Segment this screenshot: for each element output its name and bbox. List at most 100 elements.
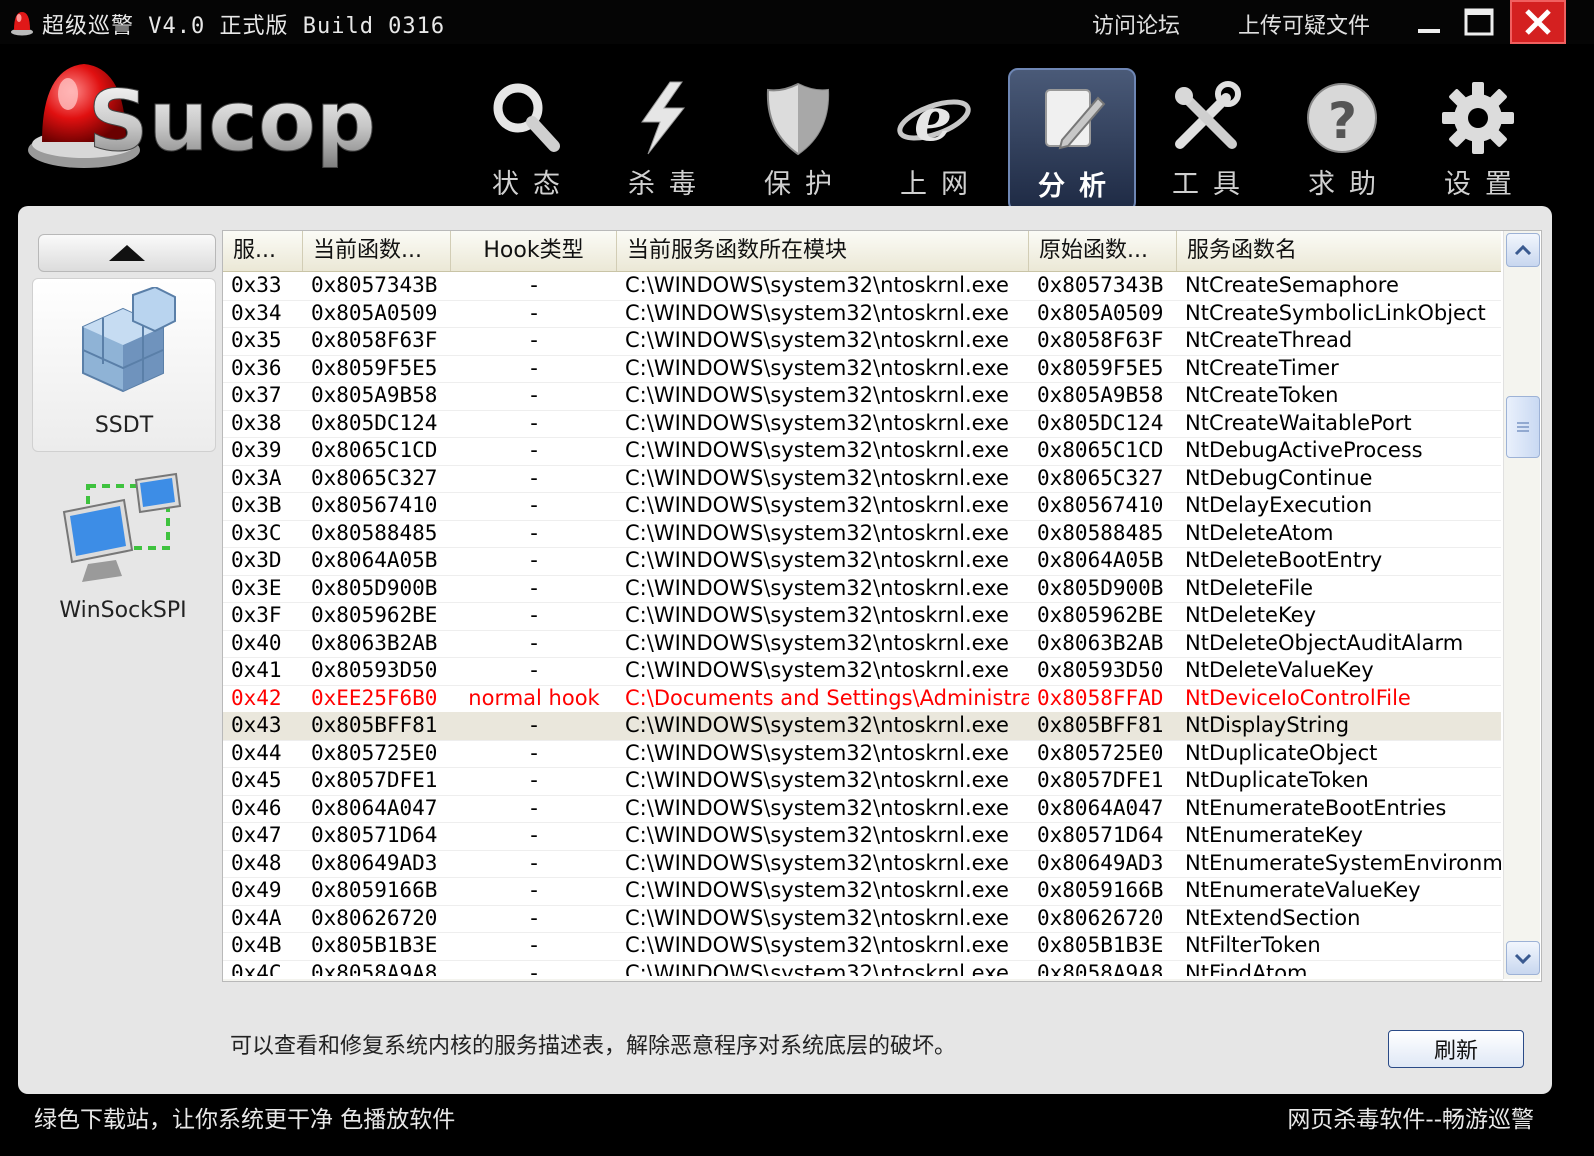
horizontal-scrollbar[interactable] <box>223 979 1503 982</box>
scroll-right-button[interactable] <box>1459 981 1493 982</box>
table-row[interactable]: 0x3C 0x80588485 - C:\WINDOWS\system32\ntosk… <box>223 520 1501 548</box>
cell-index: 0x3C <box>231 520 282 545</box>
cell-index: 0x36 <box>231 355 282 380</box>
tools-icon <box>1175 81 1241 149</box>
minimize-button[interactable] <box>1404 0 1454 44</box>
table-row[interactable]: 0x3E 0x805D900B - C:\WINDOWS\system32\ntosk… <box>223 575 1501 603</box>
cell-current-address: 0xEE25F6B0 <box>311 685 438 710</box>
refresh-button[interactable]: 刷新 <box>1388 1030 1524 1068</box>
table-row[interactable]: 0x3A 0x8065C327 - C:\WINDOWS\system32\ntosk… <box>223 465 1501 493</box>
sidebar-scroll-up-button[interactable] <box>38 234 216 272</box>
table-row[interactable]: 0x45 0x8057DFE1 - C:\WINDOWS\system32\ntosk… <box>223 767 1501 796</box>
cell-index: 0x46 <box>231 795 282 820</box>
upload-suspicious-file-link[interactable]: 上传可疑文件 <box>1238 8 1370 40</box>
header: Sucop 状态 杀毒 保护 e 上网 分析 工具 ? 求助 设置 <box>0 44 1594 234</box>
cell-index: 0x43 <box>231 713 282 737</box>
cell-current-address: 0x8057343B <box>311 273 438 297</box>
cell-function-name: NtDeviceIoControlFile <box>1185 685 1411 710</box>
cell-module: C:\WINDOWS\system32\ntoskrnl.exe <box>625 493 1009 517</box>
sidebar-item-winsockspi[interactable]: WinSockSPI <box>32 468 214 640</box>
cell-module: C:\Documents and Settings\Administra... <box>625 685 1029 710</box>
nav-help[interactable]: ? 求助 <box>1280 68 1404 208</box>
cell-function-name: NtDeleteBootEntry <box>1185 548 1383 572</box>
table-row-hooked[interactable]: 0x42 0xEE25F6B0 normal hook C:\Documents an… <box>223 685 1501 713</box>
nav-internet[interactable]: e 上网 <box>872 68 996 208</box>
cell-function-name: NtDeleteAtom <box>1185 520 1334 545</box>
cell-module: C:\WINDOWS\system32\ntoskrnl.exe <box>625 520 1009 545</box>
triangle-up-icon <box>109 245 145 261</box>
cell-hook-type: normal hook <box>468 685 600 710</box>
cell-current-address: 0x80588485 <box>311 520 438 545</box>
table-row[interactable]: 0x38 0x805DC124 - C:\WINDOWS\system32\ntosk… <box>223 410 1501 438</box>
column-header-current-address[interactable]: 当前函数... <box>303 231 451 271</box>
nav-antivirus[interactable]: 杀毒 <box>600 68 724 208</box>
vertical-scroll-thumb[interactable] <box>1506 396 1540 458</box>
cell-original-address: 0x80567410 <box>1037 493 1164 517</box>
column-header-index[interactable]: 服... <box>223 231 303 271</box>
nav-protect[interactable]: 保护 <box>736 68 860 208</box>
table-row[interactable]: 0x46 0x8064A047 - C:\WINDOWS\system32\ntosk… <box>223 795 1501 823</box>
table-row[interactable]: 0x4B 0x805B1B3E - C:\WINDOWS\system32\ntosk… <box>223 932 1501 961</box>
table-row[interactable]: 0x3D 0x8064A05B - C:\WINDOWS\system32\ntosk… <box>223 547 1501 576</box>
column-header-original-address[interactable]: 原始函数... <box>1029 231 1177 271</box>
cell-module: C:\WINDOWS\system32\ntoskrnl.exe <box>625 548 1009 572</box>
feature-description: 可以查看和修复系统内核的服务描述表，解除恶意程序对系统底层的破坏。 <box>230 1034 957 1059</box>
cell-hook-type: - <box>530 383 538 407</box>
visit-forum-link[interactable]: 访问论坛 <box>1092 8 1180 40</box>
table-row[interactable]: 0x34 0x805A0509 - C:\WINDOWS\system32\ntosk… <box>223 300 1501 328</box>
column-header-hook-type[interactable]: Hook类型 <box>451 231 617 271</box>
vertical-scrollbar[interactable] <box>1503 231 1540 979</box>
cell-current-address: 0x8059166B <box>311 878 438 902</box>
cell-original-address: 0x805D900B <box>1037 575 1164 600</box>
table-row[interactable]: 0x39 0x8065C1CD - C:\WINDOWS\system32\ntosk… <box>223 437 1501 466</box>
cell-current-address: 0x8064A047 <box>311 795 438 820</box>
table-row[interactable]: 0x37 0x805A9B58 - C:\WINDOWS\system32\ntosk… <box>223 382 1501 411</box>
table-row[interactable]: 0x43 0x805BFF81 - C:\WINDOWS\system32\ntosk… <box>223 712 1501 741</box>
table-row[interactable]: 0x48 0x80649AD3 - C:\WINDOWS\system32\ntosk… <box>223 850 1501 878</box>
network-computers-icon <box>62 472 182 582</box>
gear-icon <box>1442 82 1514 154</box>
table-row[interactable]: 0x44 0x805725E0 - C:\WINDOWS\system32\ntosk… <box>223 740 1501 768</box>
nav-status[interactable]: 状态 <box>464 68 588 208</box>
maximize-button[interactable] <box>1454 0 1504 44</box>
table-row[interactable]: 0x40 0x8063B2AB - C:\WINDOWS\system32\ntosk… <box>223 630 1501 658</box>
table-row[interactable]: 0x35 0x8058F63F - C:\WINDOWS\system32\ntosk… <box>223 327 1501 356</box>
nav-tools[interactable]: 工具 <box>1144 68 1268 208</box>
cell-module: C:\WINDOWS\system32\ntoskrnl.exe <box>625 328 1009 352</box>
column-header-function-name[interactable]: 服务函数名 <box>1177 231 1501 271</box>
cell-current-address: 0x805725E0 <box>311 740 438 765</box>
nav-protect-label: 保护 <box>764 169 846 200</box>
table-row[interactable]: 0x3B 0x80567410 - C:\WINDOWS\system32\ntosk… <box>223 492 1501 521</box>
cell-index: 0x48 <box>231 850 282 875</box>
cell-current-address: 0x8058F63F <box>311 328 438 352</box>
cell-hook-type: - <box>530 520 538 545</box>
cell-hook-type: - <box>530 795 538 820</box>
table-row[interactable]: 0x36 0x8059F5E5 - C:\WINDOWS\system32\ntosk… <box>223 355 1501 383</box>
cell-function-name: NtDeleteFile <box>1185 575 1314 600</box>
column-header-module[interactable]: 当前服务函数所在模块 <box>617 231 1029 271</box>
cell-index: 0x37 <box>231 383 282 407</box>
scroll-up-button[interactable] <box>1506 233 1540 267</box>
table-row[interactable]: 0x4C 0x8058A9A8 - C:\WINDOWS\system32\ntosk… <box>223 960 1501 977</box>
nav-analysis[interactable]: 分析 <box>1008 68 1136 234</box>
horizontal-scroll-thumb[interactable] <box>265 981 1343 982</box>
scroll-left-button[interactable] <box>225 981 259 982</box>
close-button[interactable] <box>1510 0 1566 44</box>
cell-module: C:\WINDOWS\system32\ntoskrnl.exe <box>625 658 1009 682</box>
table-row[interactable]: 0x47 0x80571D64 - C:\WINDOWS\system32\ntosk… <box>223 822 1501 851</box>
table-row[interactable]: 0x33 0x8057343B - C:\WINDOWS\system32\ntosk… <box>223 272 1501 301</box>
cell-function-name: NtCreateWaitablePort <box>1185 410 1412 435</box>
sidebar-item-ssdt[interactable]: SSDT <box>32 278 216 452</box>
table-row[interactable]: 0x4A 0x80626720 - C:\WINDOWS\system32\ntosk… <box>223 905 1501 933</box>
table-row[interactable]: 0x41 0x80593D50 - C:\WINDOWS\system32\ntosk… <box>223 657 1501 686</box>
table-row[interactable]: 0x3F 0x805962BE - C:\WINDOWS\system32\ntosk… <box>223 602 1501 631</box>
cell-hook-type: - <box>530 410 538 435</box>
nav-settings[interactable]: 设置 <box>1416 68 1540 208</box>
cell-module: C:\WINDOWS\system32\ntoskrnl.exe <box>625 630 1009 655</box>
cell-module: C:\WINDOWS\system32\ntoskrnl.exe <box>625 795 1009 820</box>
cell-index: 0x35 <box>231 328 282 352</box>
cell-function-name: NtCreateThread <box>1185 328 1353 352</box>
table-row[interactable]: 0x49 0x8059166B - C:\WINDOWS\system32\ntosk… <box>223 877 1501 906</box>
cell-original-address: 0x805DC124 <box>1037 410 1164 435</box>
scroll-down-button[interactable] <box>1506 941 1540 975</box>
